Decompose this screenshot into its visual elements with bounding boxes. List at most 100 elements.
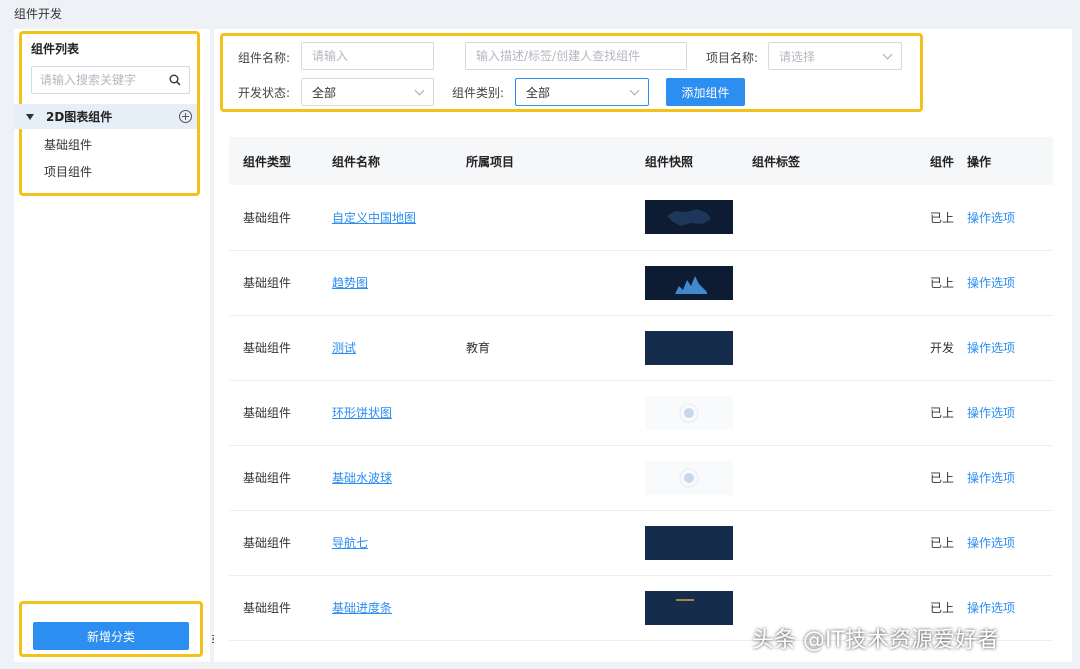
project-select[interactable]: 请选择	[768, 42, 902, 70]
cell-status: 已上	[916, 445, 955, 511]
component-name-link[interactable]: 导航七	[332, 536, 368, 550]
component-snapshot-image	[645, 330, 738, 365]
cell-type: 基础组件	[229, 445, 318, 511]
sidebar-item-project[interactable]: 项目组件	[44, 163, 92, 180]
cell-status: 已上	[916, 185, 955, 251]
page-title: 组件开发	[14, 7, 63, 21]
cell-name: 测试	[318, 315, 452, 381]
cell-project	[452, 575, 631, 641]
col-header-status: 组件	[916, 137, 955, 185]
action-options-link[interactable]: 操作选项	[967, 211, 1015, 225]
table-row: 基础组件 导航七 已上 操作选项	[229, 510, 1053, 576]
cell-status: 已上	[916, 250, 955, 316]
action-options-link[interactable]: 操作选项	[967, 601, 1015, 615]
desc-filter-input[interactable]	[476, 49, 676, 63]
sidebar-search-input[interactable]	[40, 73, 169, 87]
component-name-link[interactable]: 测试	[332, 341, 356, 355]
component-snapshot-image	[645, 590, 738, 625]
cell-snapshot	[631, 575, 738, 641]
cell-name: 趋势图	[318, 250, 452, 316]
cell-actions: 操作选项	[955, 250, 1053, 316]
component-name-link[interactable]: 趋势图	[332, 276, 368, 290]
component-name-link[interactable]: 自定义中国地图	[332, 211, 416, 225]
component-name-link[interactable]: 基础水波球	[332, 471, 392, 485]
col-header-name: 组件名称	[318, 137, 452, 185]
cell-tags	[738, 250, 916, 316]
add-category-button[interactable]: 新增分类	[33, 622, 189, 650]
chevron-down-icon	[882, 49, 893, 59]
caret-down-icon[interactable]	[26, 113, 34, 120]
name-filter-input[interactable]	[312, 49, 423, 63]
cell-project: 教育	[452, 315, 631, 381]
type-select[interactable]: 全部	[515, 78, 649, 106]
cell-status: 已上	[916, 510, 955, 576]
cell-tags	[738, 380, 916, 446]
cell-type: 基础组件	[229, 250, 318, 316]
action-options-link[interactable]: 操作选项	[967, 406, 1015, 420]
cell-tags	[738, 510, 916, 576]
cell-actions: 操作选项	[955, 380, 1053, 446]
component-name-link[interactable]: 基础进度条	[332, 601, 392, 615]
cell-type: 基础组件	[229, 185, 318, 251]
cell-snapshot	[631, 445, 738, 511]
table-row: 基础组件 基础水波球 已上 操作选项	[229, 445, 1053, 511]
cell-type: 基础组件	[229, 315, 318, 381]
table-row: 基础组件 测试 教育 开发 操作选项	[229, 315, 1053, 381]
cell-snapshot	[631, 510, 738, 576]
add-component-button[interactable]: 添加组件	[666, 78, 745, 106]
watermark: 头条 @IT技术资源爱好者	[752, 628, 999, 653]
project-filter-label: 项目名称:	[706, 51, 759, 65]
sidebar-item-basic[interactable]: 基础组件	[44, 136, 92, 153]
cell-name: 基础水波球	[318, 445, 452, 511]
col-header-actions: 操作	[955, 137, 1053, 185]
cell-actions: 操作选项	[955, 185, 1053, 251]
status-select-value: 全部	[312, 85, 337, 100]
cell-project	[452, 510, 631, 576]
cell-project	[452, 185, 631, 251]
action-options-link[interactable]: 操作选项	[967, 341, 1015, 355]
col-header-tags: 组件标签	[738, 137, 916, 185]
table-row: 基础组件 自定义中国地图 已上 操作选项	[229, 185, 1053, 251]
cell-status: 已上	[916, 380, 955, 446]
cell-name: 导航七	[318, 510, 452, 576]
component-snapshot-image	[645, 525, 738, 560]
sidebar-search	[31, 66, 190, 94]
status-select[interactable]: 全部	[301, 78, 434, 106]
name-filter-field	[301, 42, 434, 70]
cell-status: 开发	[916, 315, 955, 381]
main-content: 组件名称: 项目名称: 请选择 开发状态: 全部 组件类别: 全部 添加组件 组…	[214, 29, 1072, 662]
cell-name: 基础进度条	[318, 575, 452, 641]
component-name-link[interactable]: 环形饼状图	[332, 406, 392, 420]
sidebar-group-label: 2D图表组件	[46, 110, 113, 124]
table-header-row: 组件类型 组件名称 所属项目 组件快照 组件标签 组件 操作	[229, 137, 1053, 185]
desc-filter-field	[465, 42, 687, 70]
cell-type: 基础组件	[229, 510, 318, 576]
cell-name: 自定义中国地图	[318, 185, 452, 251]
chevron-down-icon	[414, 85, 425, 95]
cell-actions: 操作选项	[955, 315, 1053, 381]
sidebar: 组件列表 2D图表组件 基础组件 项目组件 新增分类	[14, 29, 210, 662]
name-filter-label: 组件名称:	[238, 51, 291, 65]
cell-project	[452, 445, 631, 511]
action-options-link[interactable]: 操作选项	[967, 536, 1015, 550]
cell-snapshot	[631, 250, 738, 316]
search-icon[interactable]	[169, 74, 181, 86]
component-snapshot-image	[645, 200, 738, 235]
cell-project	[452, 250, 631, 316]
cell-type: 基础组件	[229, 380, 318, 446]
cell-project	[452, 380, 631, 446]
cell-snapshot	[631, 315, 738, 381]
status-filter-label: 开发状态:	[238, 86, 291, 100]
table-row: 基础组件 环形饼状图 已上 操作选项	[229, 380, 1053, 446]
cell-tags	[738, 315, 916, 381]
cell-snapshot	[631, 380, 738, 446]
sidebar-group-2d-charts[interactable]: 2D图表组件	[14, 104, 197, 129]
cell-tags	[738, 445, 916, 511]
type-select-value: 全部	[526, 85, 551, 100]
component-snapshot-image	[645, 460, 738, 495]
add-circle-icon[interactable]	[179, 110, 192, 123]
cell-name: 环形饼状图	[318, 380, 452, 446]
action-options-link[interactable]: 操作选项	[967, 276, 1015, 290]
action-options-link[interactable]: 操作选项	[967, 471, 1015, 485]
component-snapshot-image	[645, 395, 738, 430]
